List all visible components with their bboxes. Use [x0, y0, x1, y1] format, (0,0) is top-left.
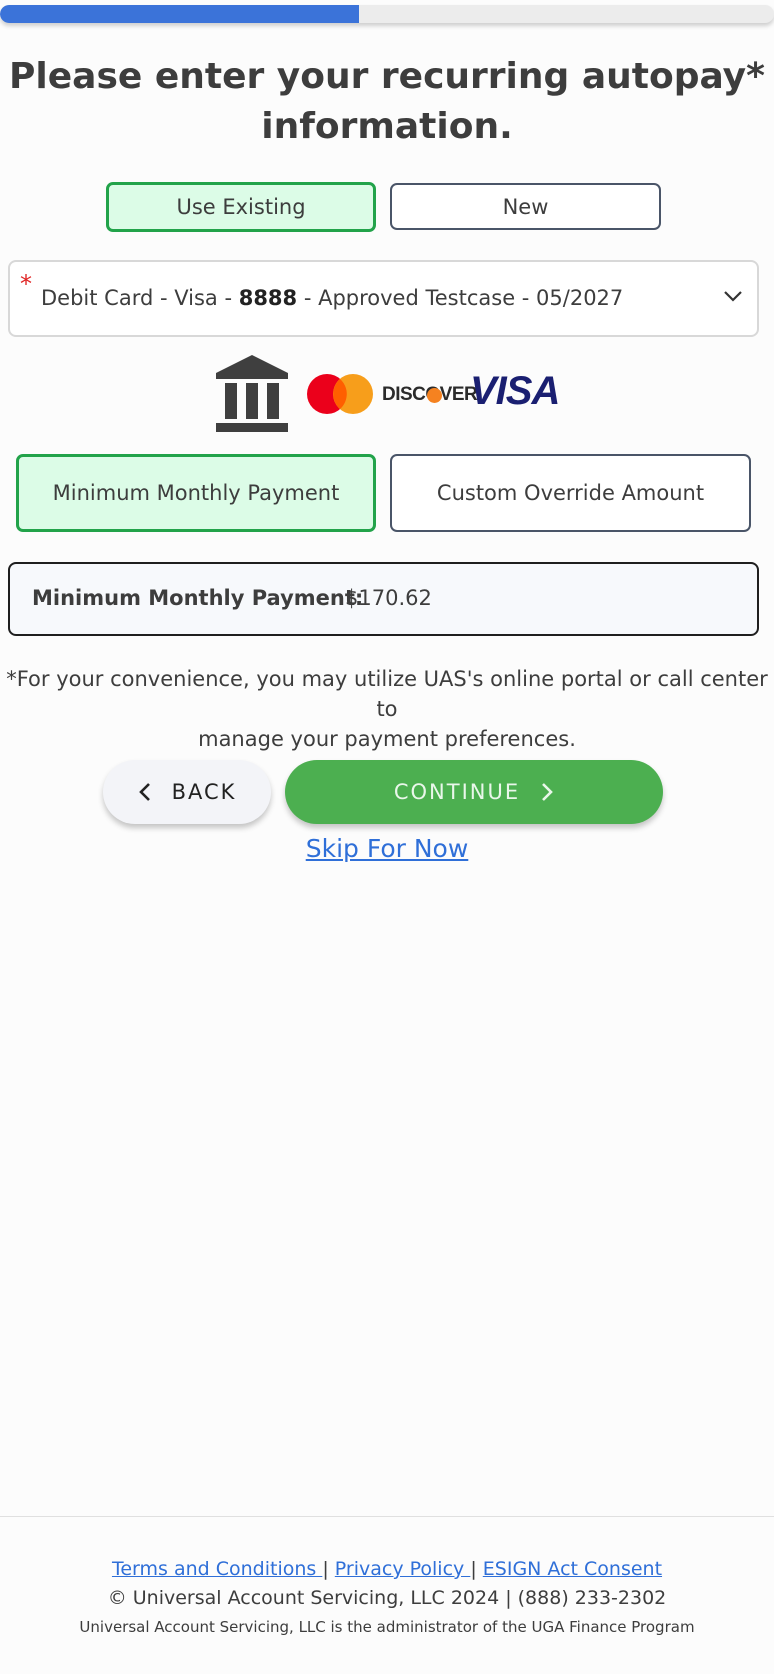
convenience-note-line-1: *For your convenience, you may utilize U…: [6, 667, 768, 721]
footer-links: Terms and Conditions | Privacy Policy | …: [0, 1558, 774, 1580]
privacy-policy-link[interactable]: Privacy Policy: [335, 1558, 471, 1580]
back-button[interactable]: BACK: [103, 760, 271, 824]
continue-label: CONTINUE: [393, 780, 521, 804]
chevron-left-icon: [138, 783, 150, 801]
footer-divider: [0, 1516, 774, 1517]
new-label: New: [502, 194, 549, 219]
summary-label: Minimum Monthly Payment:: [32, 586, 364, 610]
use-existing-button[interactable]: Use Existing: [106, 182, 376, 232]
custom-override-amount-label: Custom Override Amount: [436, 481, 705, 505]
bank-icon: [216, 355, 288, 432]
page-title: Please enter your recurring autopay* inf…: [0, 52, 774, 152]
convenience-note: *For your convenience, you may utilize U…: [0, 664, 774, 754]
terms-and-conditions-link[interactable]: Terms and Conditions: [112, 1558, 322, 1580]
discover-dot: [427, 388, 442, 403]
back-label: BACK: [171, 780, 237, 804]
administrator-note: Universal Account Servicing, LLC is the …: [79, 1618, 695, 1636]
payment-method-prefix: Debit Card - Visa -: [41, 286, 239, 310]
continue-button[interactable]: CONTINUE: [285, 760, 663, 824]
payment-method-suffix: - Approved Testcase - 05/2027: [297, 286, 624, 310]
payment-method-select[interactable]: * Debit Card - Visa - 8888 - Approved Te…: [8, 260, 759, 337]
card-last4: 8888: [238, 286, 298, 310]
payment-method-selected-value: Debit Card - Visa - 8888 - Approved Test…: [41, 286, 623, 310]
chevron-down-icon: [724, 291, 742, 302]
copyright-text: © Universal Account Servicing, LLC 2024 …: [107, 1587, 667, 1609]
page-title-line-1: Please enter your recurring autopay*: [9, 56, 765, 97]
chevron-right-icon: [542, 783, 553, 801]
discover-icon: DISCOVER: [382, 384, 478, 406]
skip-for-now-label: Skip For Now: [305, 834, 469, 863]
esign-act-consent-link[interactable]: ESIGN Act Consent: [483, 1558, 662, 1580]
progress-bar: [0, 5, 774, 23]
mastercard-icon: [307, 374, 373, 414]
payment-summary: Minimum Monthly Payment: $170.62: [8, 562, 759, 636]
visa-icon: VISA: [470, 369, 560, 413]
accepted-payment-icons: DISCOVER VISA: [0, 355, 774, 435]
progress-bar-fill: [0, 5, 360, 23]
required-marker: *: [20, 270, 32, 298]
minimum-monthly-payment-label: Minimum Monthly Payment: [52, 481, 340, 505]
convenience-note-line-2: manage your payment preferences.: [198, 727, 576, 751]
footer-separator: |: [322, 1558, 329, 1580]
footer-separator: |: [470, 1558, 477, 1580]
skip-for-now-link[interactable]: Skip For Now: [0, 834, 774, 863]
page-title-line-2: information.: [261, 106, 513, 147]
new-payment-method-button[interactable]: New: [390, 183, 661, 230]
minimum-monthly-payment-button[interactable]: Minimum Monthly Payment: [16, 454, 376, 532]
custom-override-amount-button[interactable]: Custom Override Amount: [390, 454, 751, 532]
summary-value: $170.62: [345, 586, 432, 610]
use-existing-label: Use Existing: [176, 195, 306, 219]
